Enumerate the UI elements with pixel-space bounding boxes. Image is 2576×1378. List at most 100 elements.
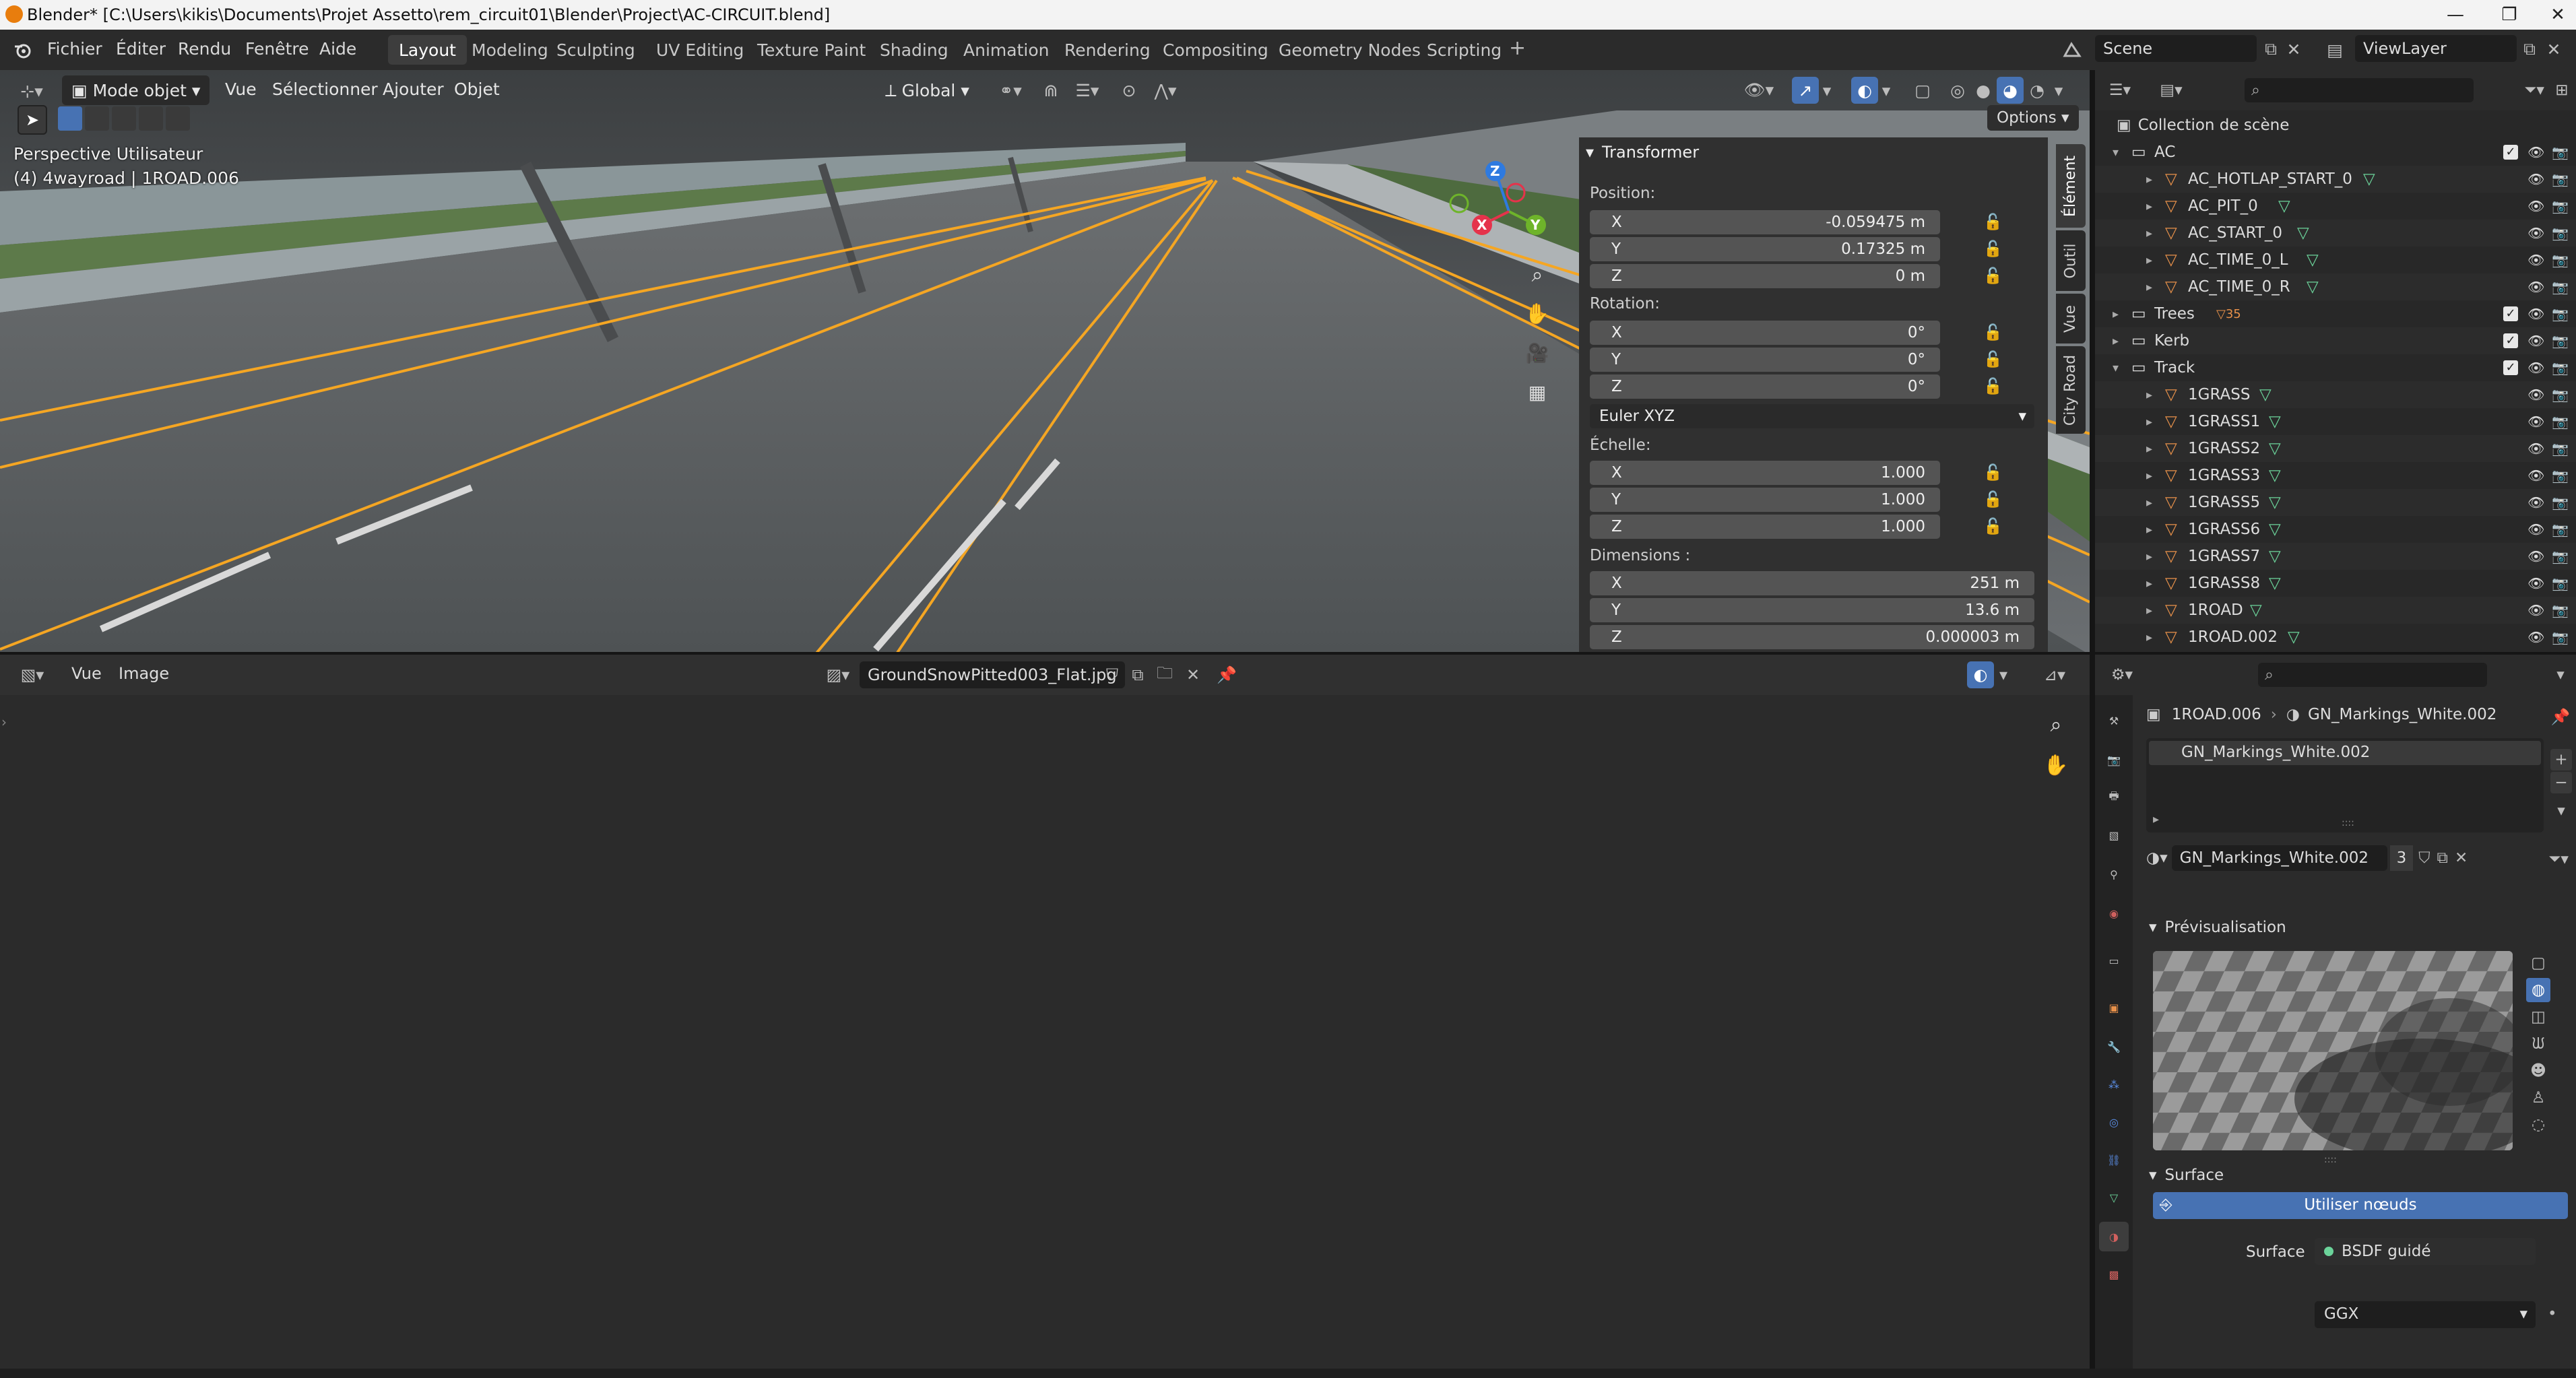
mesh-data-icon[interactable]: ▽ [2307,278,2319,296]
render-camera-icon[interactable]: 📷 [2552,387,2569,403]
preview-cube-icon[interactable]: ◫ [2526,1005,2550,1029]
modifier-tab-icon[interactable]: 🔧 [2102,1035,2126,1059]
expand-arrow-right-icon[interactable]: ▸ [2146,253,2152,267]
outliner-search-input[interactable]: ⌕ [2245,78,2474,102]
tab-scripting[interactable]: Scripting [1416,35,1512,65]
vp-menu-ajouter[interactable]: Ajouter [383,79,444,99]
expand-arrow-right-icon[interactable]: ▸ [2146,415,2152,429]
expand-arrow-right-icon[interactable]: ▸ [2146,577,2152,591]
lock-icon[interactable]: 🔓 [1983,463,2003,482]
tab-modeling[interactable]: Modeling [461,35,559,65]
fake-user-icon[interactable]: ⛉ [1101,664,1124,686]
distribution-dot-icon[interactable]: • [2548,1305,2557,1323]
position-x-field[interactable]: X -0.059475 m [1590,210,1940,234]
dimension-z-field[interactable]: Z 0.000003 m [1590,625,2034,649]
shading-rendered-icon[interactable]: ◔ [2025,78,2049,102]
exclude-checkbox[interactable]: ✓ [2503,360,2518,375]
add-workspace-button[interactable]: + [1509,36,1526,60]
outliner-collection-row[interactable]: ▾ ▭ Track ✓ 👁 📷 [2095,354,2576,381]
visibility-eye-icon[interactable]: 👁 [2527,306,2544,322]
shading-dropdown-icon[interactable]: ▾ [2051,78,2067,102]
pivot-icon[interactable]: ⚭▾ [990,78,1031,102]
scale-x-field[interactable]: X 1.000 [1590,461,1940,485]
options-button[interactable]: Options ▾ [1987,105,2079,131]
pin-icon[interactable]: 📌 [1215,664,1238,686]
duplicate-image-icon[interactable]: ⧉ [1126,664,1149,686]
snap-target-icon[interactable]: ☰▾ [1067,78,1107,102]
shading-wireframe-icon[interactable]: ◎ [1945,78,1970,102]
render-camera-icon[interactable]: 📷 [2552,144,2569,160]
expand-arrow-right-icon[interactable]: ▸ [2146,603,2152,618]
visibility-eye-icon[interactable]: 👁 [2527,333,2544,349]
mesh-data-icon[interactable]: ▽ [2363,170,2375,188]
menu-fichier[interactable]: Fichier [47,39,102,59]
constraints-tab-icon[interactable]: ⛓ [2102,1148,2126,1172]
render-camera-icon[interactable]: 📷 [2552,602,2569,618]
scene-tab-icon[interactable]: ⚲ [2102,862,2126,886]
child-count-badge[interactable]: ▽35 [2216,307,2241,321]
viewlayer-icon[interactable]: ▤ [2321,38,2348,62]
new-collection-icon[interactable]: ⊞ [2550,79,2573,101]
expand-arrow-right-icon[interactable]: ▸ [2146,442,2152,456]
material-slot-list[interactable]: GN_Markings_White.002 :::: ▸ [2146,738,2544,832]
mode-selector[interactable]: ▣ Mode objet ▾ [62,75,210,105]
render-camera-icon[interactable]: 📷 [2552,360,2569,376]
tab-compositing[interactable]: Compositing [1152,35,1279,65]
mesh-data-icon[interactable]: ▽ [2269,575,2281,592]
outliner-collection-row[interactable]: ▾ ▭ AC ✓ 👁 📷 [2095,139,2576,166]
render-camera-icon[interactable]: 📷 [2552,494,2569,511]
mesh-data-icon[interactable]: ▽ [2269,467,2281,484]
zoom-icon[interactable]: ⌕ [1522,260,1552,290]
render-camera-icon[interactable]: 📷 [2552,414,2569,430]
unlink-image-icon[interactable]: ✕ [1182,664,1204,686]
visibility-eye-icon[interactable]: 👁 [2527,548,2544,564]
menu-editer[interactable]: Éditer [116,39,166,59]
expand-arrow-right-icon[interactable]: ▸ [2146,172,2152,187]
outliner-object-row[interactable]: ▸ ▽ AC_PIT_0 ▽ 👁 📷 [2095,193,2576,220]
visibility-eye-icon[interactable]: 👁 [2527,198,2544,214]
ie-pan-hand-icon[interactable]: ✋ [2041,750,2071,780]
visibility-eye-icon[interactable]: 👁 [2527,575,2544,591]
expand-arrow-right-icon[interactable]: ▸ [2146,226,2152,240]
visibility-eye-icon[interactable]: 👁 [2527,602,2544,618]
ie-overlay-dropdown-icon[interactable]: ▾ [1995,663,2011,687]
tab-texture-paint[interactable]: Texture Paint [746,35,876,65]
visibility-eye-icon[interactable]: 👁 [2527,144,2544,160]
outliner-object-row[interactable]: ▸ ▽ 1ROAD ▽ 👁 📷 [2095,597,2576,624]
expand-arrow-right-icon[interactable]: ▸ [2113,334,2119,348]
rotation-z-field[interactable]: Z 0° [1590,374,1940,399]
lock-icon[interactable]: 🔓 [1983,377,2003,396]
ie-menu-vue[interactable]: Vue [71,664,102,683]
render-camera-icon[interactable]: 📷 [2552,629,2569,645]
menu-fenetre[interactable]: Fenêtre [245,39,309,59]
exclude-checkbox[interactable]: ✓ [2503,333,2518,348]
properties-search-input[interactable]: ⌕ [2258,663,2487,687]
expand-arrow-right-icon[interactable]: ▸ [2146,199,2152,214]
filter-icon[interactable]: ⏷▾ [2521,79,2548,101]
vp-menu-selectionner[interactable]: Sélectionner [272,79,378,99]
visibility-eye-icon[interactable]: 👁 [2527,360,2544,376]
scene-icon[interactable] [2059,38,2086,62]
outliner-root-row[interactable]: ▣ Collection de scène [2095,112,2576,139]
preview-sphere-icon[interactable]: ◍ [2526,978,2550,1002]
dimension-x-field[interactable]: X 251 m [1590,571,2034,595]
outliner-object-row[interactable]: ▸ ▽ 1ROAD.002 ▽ 👁 📷 [2095,624,2576,651]
overlay-dropdown-icon[interactable]: ▾ [1878,78,1894,102]
snap-icon[interactable]: ⋒ [1037,78,1064,102]
mesh-data-icon[interactable]: ▽ [2269,521,2281,538]
lock-icon[interactable]: 🔓 [1983,517,2003,536]
render-tab-icon[interactable]: 📷 [2102,748,2126,772]
blender-menu-icon[interactable] [12,39,34,61]
surface-shader-field[interactable]: BSDF guidé [2315,1238,2536,1265]
tab-vue[interactable]: Vue [2056,294,2086,343]
mesh-data-icon[interactable]: ▽ [2307,251,2319,269]
tab-layout[interactable]: Layout [388,35,467,65]
dimension-y-field[interactable]: Y 13.6 m [1590,598,2034,622]
render-camera-icon[interactable]: 📷 [2552,575,2569,591]
visibility-eye-icon[interactable]: 👁 [2527,387,2544,403]
visibility-eye-icon[interactable]: 👁 [2527,252,2544,268]
exclude-checkbox[interactable]: ✓ [2503,145,2518,160]
lock-icon[interactable]: 🔓 [1983,350,2003,369]
render-camera-icon[interactable]: 📷 [2552,548,2569,564]
mesh-data-icon[interactable]: ▽ [2288,628,2300,646]
